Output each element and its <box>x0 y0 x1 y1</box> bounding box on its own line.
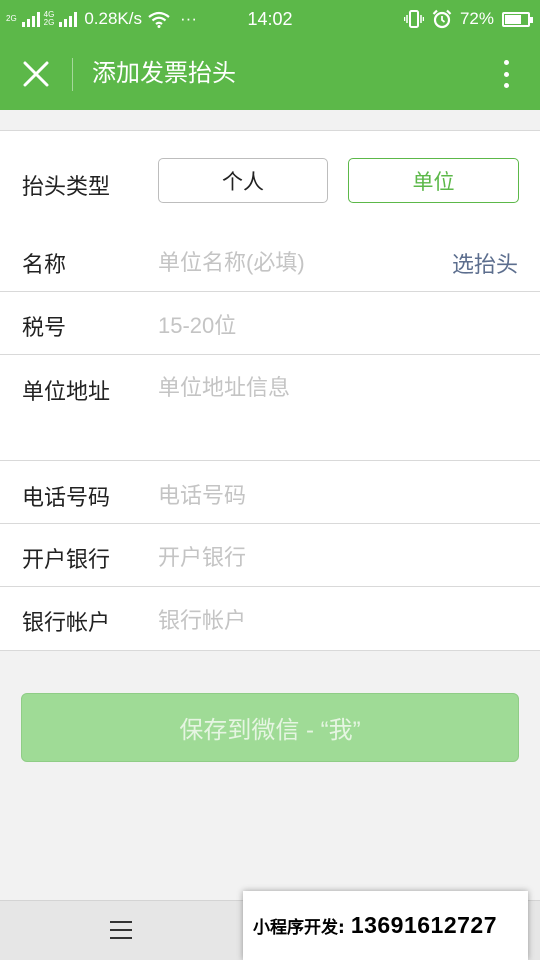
battery-percent: 72% <box>459 9 494 28</box>
account-row[interactable]: 银行帐户 银行帐户 <box>0 587 540 649</box>
save-to-wechat-button[interactable]: 保存到微信 - “我” <box>21 693 519 762</box>
promo-label: 小程序开发: <box>253 918 345 938</box>
navbar: 添加发票抬头 <box>0 38 540 110</box>
more-dot <box>503 71 509 77</box>
status-bar: 2G 4G 2G 0.28K/s ··· 14:02 72% <box>0 0 540 38</box>
invoice-fields: 名称 单位名称(必填) 选抬头 税号 15-20位 单位地址 单位地址信息 电话… <box>0 229 540 651</box>
bank-input[interactable]: 开户银行 <box>158 540 246 572</box>
select-title-button[interactable]: 选抬头 <box>452 247 518 279</box>
phone-row[interactable]: 电话号码 电话号码 <box>0 461 540 523</box>
address-label: 单位地址 <box>22 379 111 404</box>
alarm-icon <box>432 9 452 29</box>
menu-icon[interactable] <box>110 921 132 939</box>
bank-label: 开户银行 <box>22 547 111 572</box>
type-section: 抬头类型 个人 单位 <box>0 130 540 230</box>
account-input[interactable]: 银行帐户 <box>158 603 246 635</box>
close-icon <box>23 61 49 87</box>
type-label: 抬头类型 <box>22 174 111 199</box>
more-dot <box>503 83 509 88</box>
promo-banner: 小程序开发: 13691612727 <box>243 891 528 960</box>
status-right: 72% <box>403 0 533 38</box>
tax-id-input[interactable]: 15-20位 <box>158 308 236 340</box>
name-label: 名称 <box>22 252 67 277</box>
name-row[interactable]: 名称 单位名称(必填) 选抬头 <box>0 229 540 291</box>
type-company-button[interactable]: 单位 <box>348 158 519 203</box>
type-personal-button[interactable]: 个人 <box>158 158 328 203</box>
phone-input[interactable]: 电话号码 <box>158 478 246 510</box>
tax-id-label: 税号 <box>22 315 67 340</box>
address-input[interactable]: 单位地址信息 <box>158 370 290 402</box>
clock: 14:02 <box>247 8 293 29</box>
promo-phone: 13691612727 <box>350 912 498 938</box>
tax-id-row[interactable]: 税号 15-20位 <box>0 292 540 354</box>
phone-label: 电话号码 <box>22 485 111 510</box>
nav-divider <box>72 58 73 91</box>
bank-row[interactable]: 开户银行 开户银行 <box>0 524 540 586</box>
menu-line <box>110 937 132 939</box>
page-title: 添加发票抬头 <box>92 60 236 87</box>
battery-fill <box>505 14 521 24</box>
menu-line <box>110 921 132 923</box>
more-vertical-icon <box>503 60 509 65</box>
close-button[interactable] <box>18 56 54 92</box>
name-input[interactable]: 单位名称(必填) <box>158 245 305 277</box>
menu-line <box>110 929 132 931</box>
address-row[interactable]: 单位地址 单位地址信息 <box>0 355 540 460</box>
vibrate-icon <box>403 10 424 28</box>
more-button[interactable] <box>496 56 516 92</box>
account-label: 银行帐户 <box>22 610 111 635</box>
battery-icon <box>502 11 533 27</box>
